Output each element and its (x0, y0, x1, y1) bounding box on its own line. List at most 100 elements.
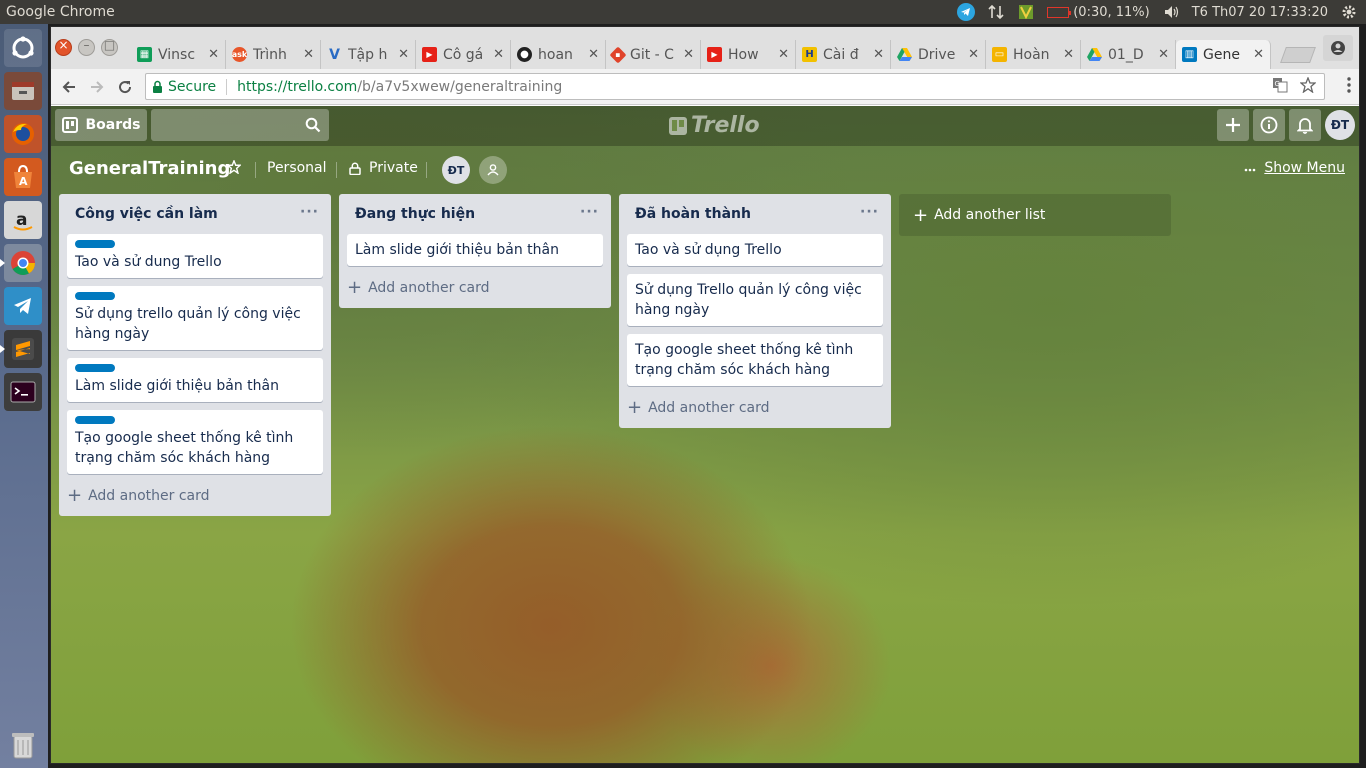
show-menu-label: Show Menu (1264, 160, 1345, 176)
tab-close-icon[interactable]: ✕ (208, 47, 219, 62)
card[interactable]: Tạo google sheet thống kê tình trạng chă… (67, 410, 323, 474)
profile-button[interactable] (1323, 35, 1353, 61)
launcher-terminal[interactable] (4, 373, 42, 411)
gear-icon[interactable] (1340, 3, 1358, 21)
trello-logo[interactable]: Trello (669, 113, 760, 138)
translate-icon[interactable]: G (1272, 77, 1288, 97)
tab-close-icon[interactable]: ✕ (398, 47, 409, 62)
volume-icon[interactable] (1162, 3, 1180, 21)
browser-tab[interactable]: ask Trình ✕ (226, 40, 321, 69)
launcher-amazon[interactable]: a (4, 201, 42, 239)
address-bar[interactable]: Secure https://trello.com/b/a7v5xwew/gen… (145, 73, 1325, 100)
list-title[interactable]: Đang thực hiện (355, 206, 475, 222)
list-menu-icon[interactable]: ··· (300, 204, 319, 220)
clock[interactable]: T6 Th07 20 17:33:20 (1192, 5, 1328, 20)
card[interactable]: Tao và sử dụng Trello (627, 234, 883, 266)
team-button[interactable]: Personal (267, 160, 327, 176)
invite-member-button[interactable] (479, 156, 507, 184)
tab-close-icon[interactable]: ✕ (303, 47, 314, 62)
tab-close-icon[interactable]: ✕ (493, 47, 504, 62)
card[interactable]: Làm slide giới thiệu bản thân (347, 234, 603, 266)
lock-icon (349, 162, 361, 175)
boards-button[interactable]: Boards (55, 109, 147, 141)
card-label-blue[interactable] (75, 292, 115, 300)
new-tab-button[interactable] (1280, 47, 1316, 63)
list-header[interactable]: Đã hoàn thành ··· (627, 194, 883, 234)
svg-text:G: G (1275, 80, 1280, 88)
browser-tab[interactable]: ▶ How ✕ (701, 40, 796, 69)
card[interactable]: Sử dụng trello quản lý công việc hàng ng… (67, 286, 323, 350)
list-menu-icon[interactable]: ··· (580, 204, 599, 220)
info-button[interactable] (1253, 109, 1285, 141)
browser-tab[interactable]: ▶ Cô gá ✕ (416, 40, 511, 69)
card[interactable]: Làm slide giới thiệu bản thân (67, 358, 323, 402)
add-card-button[interactable]: + Add another card (67, 482, 323, 508)
add-list-button[interactable]: + Add another list (899, 194, 1171, 236)
tab-close-icon[interactable]: ✕ (1063, 47, 1074, 62)
window-maximize-button[interactable]: □ (101, 38, 118, 56)
browser-tab[interactable]: ◆ Git - C ✕ (606, 40, 701, 69)
star-button[interactable] (227, 160, 241, 174)
vpn-tray-icon[interactable] (1017, 3, 1035, 21)
search-input[interactable] (151, 109, 329, 141)
card-label-blue[interactable] (75, 240, 115, 248)
trash-icon (12, 733, 34, 759)
forward-button[interactable] (85, 75, 109, 99)
add-card-button[interactable]: + Add another card (627, 394, 883, 420)
launcher-sublime[interactable] (0, 330, 42, 368)
card-label-blue[interactable] (75, 364, 115, 372)
dash-button[interactable] (4, 29, 42, 67)
tab-close-icon[interactable]: ✕ (968, 47, 979, 62)
card[interactable]: Sử dụng Trello quản lý công việc hàng ng… (627, 274, 883, 326)
tab-close-icon[interactable]: ✕ (778, 47, 789, 62)
browser-tab[interactable]: Drive ✕ (891, 40, 986, 69)
add-card-button[interactable]: + Add another card (347, 274, 603, 300)
launcher-telegram[interactable] (4, 287, 42, 325)
battery-indicator[interactable]: (0:30, 11%) (1047, 5, 1150, 20)
browser-tab[interactable]: H Cài đ ✕ (796, 40, 891, 69)
list-header[interactable]: Đang thực hiện ··· (347, 194, 603, 234)
browser-tab[interactable]: V Tập h ✕ (321, 40, 416, 69)
drive-icon (1087, 47, 1102, 62)
tab-close-icon[interactable]: ✕ (683, 47, 694, 62)
launcher-trash[interactable] (6, 728, 40, 762)
bookmark-star-icon[interactable] (1299, 75, 1317, 97)
window-minimize-button[interactable]: – (78, 38, 95, 56)
browser-tab[interactable]: ● hoan ✕ (511, 40, 606, 69)
tab-close-icon[interactable]: ✕ (873, 47, 884, 62)
card-label-blue[interactable] (75, 416, 115, 424)
list-title[interactable]: Công việc cần làm (75, 206, 218, 222)
telegram-tray-icon[interactable] (957, 3, 976, 21)
back-button[interactable] (57, 75, 81, 99)
visibility-button[interactable]: Private (349, 160, 418, 176)
browser-tab[interactable]: 01_D ✕ (1081, 40, 1176, 69)
card[interactable]: Tao và sử dung Trello (67, 234, 323, 278)
security-indicator[interactable]: Secure (152, 79, 216, 95)
launcher-software-center[interactable]: A (4, 158, 42, 196)
reload-button[interactable] (113, 75, 137, 99)
browser-tab[interactable]: ▭ Hoàn ✕ (986, 40, 1081, 69)
tab-close-icon[interactable]: ✕ (588, 47, 599, 62)
member-avatar[interactable]: ĐT (442, 156, 470, 184)
launcher-chrome[interactable] (0, 244, 42, 282)
board-title[interactable]: GeneralTraining (69, 158, 230, 179)
chrome-menu-button[interactable] (1347, 77, 1351, 97)
tab-close-icon[interactable]: ✕ (1253, 47, 1264, 62)
browser-tab[interactable]: ▦ Vinsc ✕ (131, 40, 226, 69)
notifications-button[interactable] (1289, 109, 1321, 141)
list-header[interactable]: Công việc cần làm ··· (67, 194, 323, 234)
search-icon[interactable] (305, 117, 321, 137)
launcher-firefox[interactable] (4, 115, 42, 153)
launcher-files[interactable] (4, 72, 42, 110)
network-icon[interactable] (987, 3, 1005, 21)
window-close-button[interactable]: × (55, 38, 72, 56)
list-title[interactable]: Đã hoàn thành (635, 206, 751, 222)
list-menu-icon[interactable]: ··· (860, 204, 879, 220)
card[interactable]: Tạo google sheet thống kê tình trạng chă… (627, 334, 883, 386)
browser-tab-active[interactable]: ▥ Gene ✕ (1176, 40, 1271, 69)
avatar[interactable]: ĐT (1325, 110, 1355, 140)
show-menu-button[interactable]: Show Menu (1244, 160, 1345, 176)
add-card-label: Add another card (88, 488, 210, 504)
tab-close-icon[interactable]: ✕ (1158, 47, 1169, 62)
create-button[interactable] (1217, 109, 1249, 141)
